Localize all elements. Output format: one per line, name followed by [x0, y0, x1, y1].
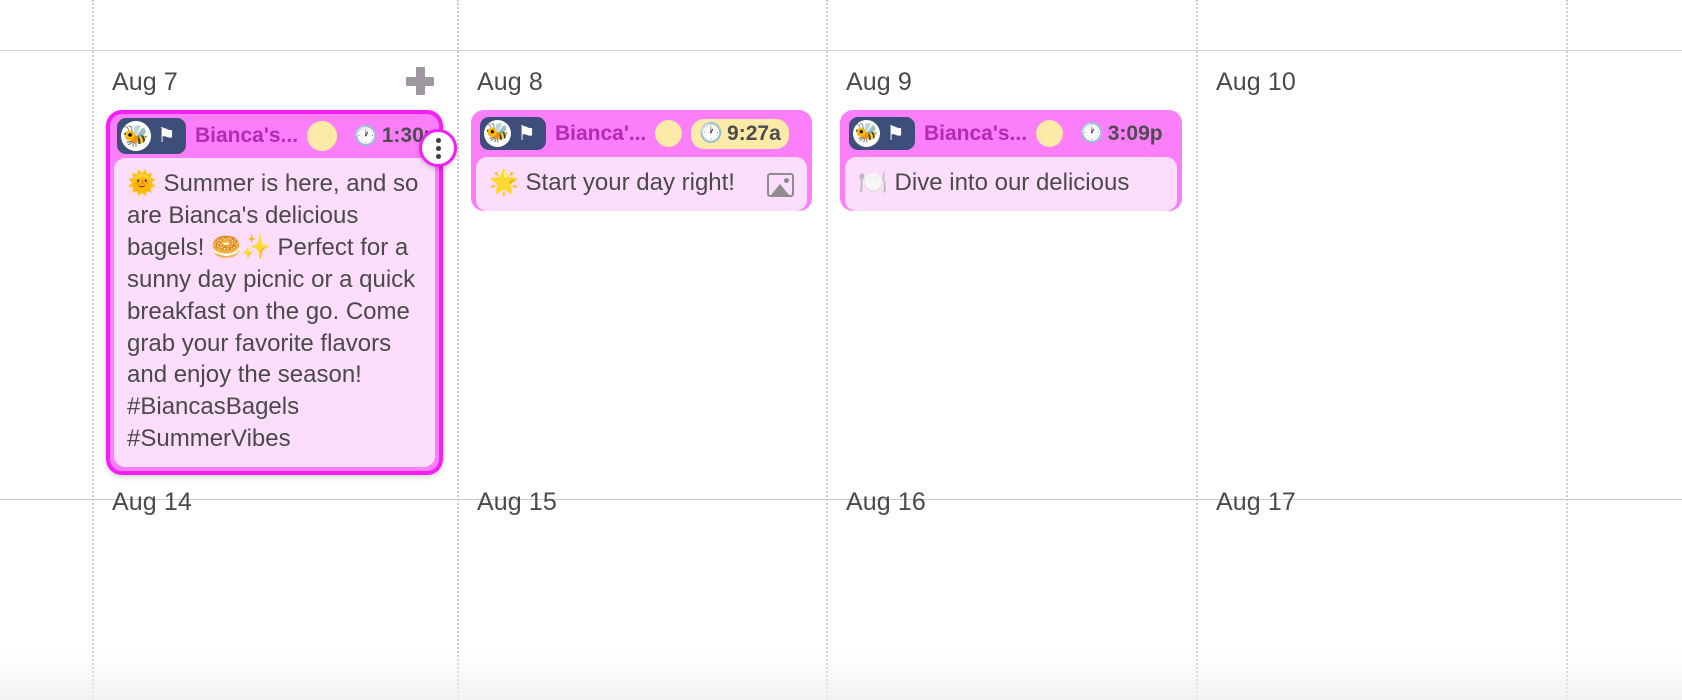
post-card-header: 🐝 ⚑ Bianca's... 🕐 1:30p: [110, 114, 439, 158]
post-time: 🕐 9:27a: [691, 118, 789, 149]
account-badge: 🐝 ⚑: [849, 117, 915, 150]
day-header: Aug 15: [457, 470, 826, 530]
day-date-label: Aug 14: [112, 488, 192, 516]
account-name: Bianca's...: [195, 124, 299, 147]
calendar-grid: Aug 7 🐝 ⚑ Bianca's... 🕐 1:30p 🌞 Summer i…: [0, 0, 1682, 700]
day-cell-aug-8[interactable]: Aug 8 🐝 ⚑ Bianca'... 🕐 9:27a 🌟 Start you…: [457, 50, 826, 221]
post-list: 🐝 ⚑ Bianca'... 🕐 9:27a 🌟 Start your day …: [457, 110, 826, 211]
flag-icon: ⚑: [517, 122, 536, 145]
day-header: Aug 17: [1196, 470, 1566, 530]
avatar: 🐝: [121, 121, 151, 151]
account-name: Bianca'...: [555, 121, 647, 145]
avatar: 🐝: [484, 120, 511, 147]
avatar: 🐝: [853, 120, 880, 147]
flag-icon: ⚑: [157, 125, 176, 147]
clock-icon: 🕐: [354, 125, 378, 147]
post-card[interactable]: 🐝 ⚑ Bianca'... 🕐 9:27a 🌟 Start your day …: [471, 110, 812, 211]
status-badge: [307, 121, 338, 151]
post-card[interactable]: 🐝 ⚑ Bianca's... 🕐 3:09p 🍽️ Dive into our…: [840, 110, 1182, 211]
day-date-label: Aug 7: [112, 68, 178, 96]
day-header: Aug 7: [92, 50, 457, 110]
day-date-label: Aug 17: [1216, 488, 1296, 516]
post-time-label: 9:27a: [727, 121, 781, 145]
post-text: 🍽️ Dive into our delicious: [858, 169, 1130, 196]
account-badge: 🐝 ⚑: [117, 118, 186, 154]
post-time: 🕐 3:09p: [1072, 119, 1171, 149]
post-card-header: 🐝 ⚑ Bianca's... 🕐 3:09p: [840, 110, 1182, 157]
day-header: Aug 14: [92, 470, 457, 530]
day-cell-aug-16[interactable]: Aug 16: [826, 470, 1196, 530]
post-card-header: 🐝 ⚑ Bianca'... 🕐 9:27a: [471, 110, 812, 157]
day-cell-aug-14[interactable]: Aug 14: [92, 470, 457, 530]
account-badge: 🐝 ⚑: [480, 117, 546, 150]
status-badge: [1036, 120, 1064, 147]
day-cell-aug-7[interactable]: Aug 7 🐝 ⚑ Bianca's... 🕐 1:30p 🌞 Summer i…: [92, 50, 457, 485]
post-card-body: 🍽️ Dive into our delicious: [845, 157, 1177, 211]
account-name: Bianca's...: [924, 121, 1028, 145]
status-badge: [655, 120, 683, 147]
image-attachment-icon: [767, 173, 794, 197]
day-cell-aug-9[interactable]: Aug 9 🐝 ⚑ Bianca's... 🕐 3:09p �: [826, 50, 1196, 221]
day-cell-aug-10[interactable]: Aug 10: [1196, 50, 1566, 110]
flag-icon: ⚑: [886, 122, 905, 145]
day-header: Aug 10: [1196, 50, 1566, 110]
kebab-dot: [435, 145, 441, 151]
post-list: 🐝 ⚑ Bianca's... 🕐 3:09p 🍽️ Dive into our…: [826, 110, 1196, 211]
day-header: Aug 16: [826, 470, 1196, 530]
post-text: 🌟 Start your day right!: [489, 169, 735, 196]
column-divider-5: [1566, 0, 1568, 700]
day-date-label: Aug 15: [477, 488, 557, 516]
more-options-icon[interactable]: [419, 129, 457, 167]
day-header: Aug 8: [457, 50, 826, 110]
post-time-label: 3:09p: [1107, 121, 1163, 145]
kebab-dot: [435, 137, 441, 143]
day-date-label: Aug 8: [477, 68, 543, 96]
post-card[interactable]: 🐝 ⚑ Bianca's... 🕐 1:30p 🌞 Summer is here…: [106, 110, 457, 476]
day-date-label: Aug 16: [846, 488, 926, 516]
day-cell-aug-15[interactable]: Aug 15: [457, 470, 826, 530]
kebab-dot: [435, 153, 441, 159]
day-date-label: Aug 9: [846, 68, 912, 96]
post-card-body: 🌟 Start your day right!: [476, 157, 807, 211]
day-header: Aug 9: [826, 50, 1196, 110]
post-text: 🌞 Summer is here, and so are Bianca's de…: [127, 170, 425, 453]
day-date-label: Aug 10: [1216, 68, 1296, 96]
post-card-body: 🌞 Summer is here, and so are Bianca's de…: [114, 158, 435, 468]
bottom-fade: [0, 652, 1682, 700]
clock-icon: 🕐: [1080, 123, 1104, 144]
post-list: 🐝 ⚑ Bianca's... 🕐 1:30p 🌞 Summer is here…: [92, 110, 457, 476]
add-post-button[interactable]: [403, 64, 437, 98]
clock-icon: 🕐: [699, 123, 724, 144]
day-cell-aug-17[interactable]: Aug 17: [1196, 470, 1566, 530]
